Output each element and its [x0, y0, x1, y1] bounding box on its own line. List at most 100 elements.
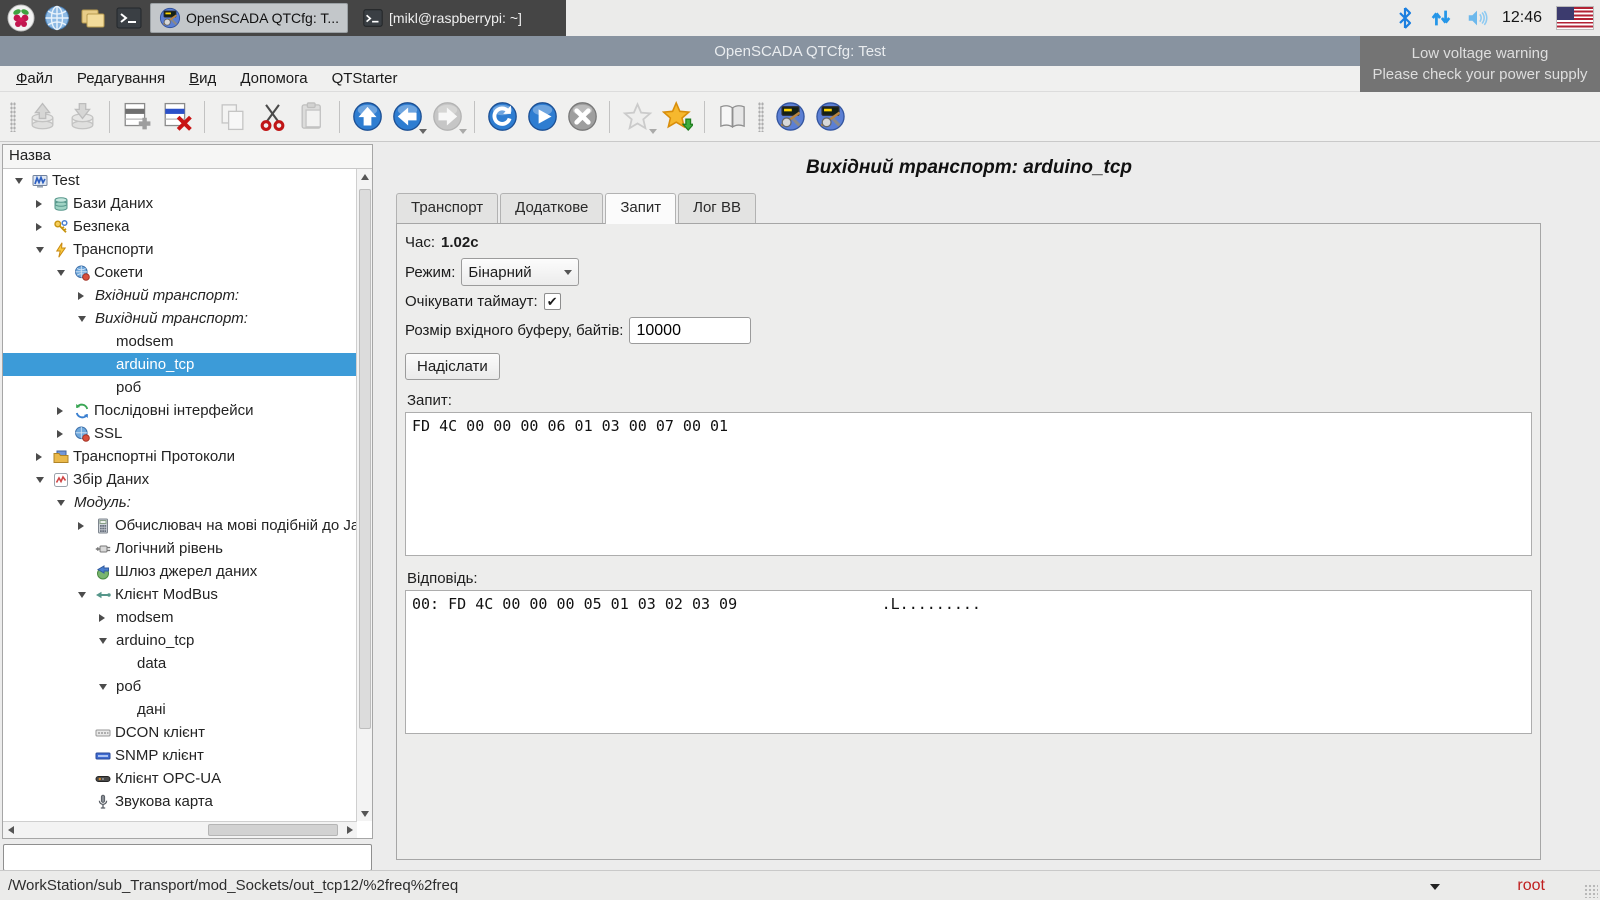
qtstarter-qtcfg-button[interactable] [770, 97, 810, 137]
tree-item-dcon-клієнт[interactable]: DCON клієнт [3, 721, 357, 744]
tree-search-input[interactable] [3, 844, 372, 871]
send-button[interactable]: Надіслати [405, 353, 500, 380]
menu-допомога[interactable]: Допомога [228, 68, 319, 89]
taskbar-window-openscada[interactable]: OpenSCADA QTCfg: T... [150, 3, 348, 33]
toolbar-dropdown-caret[interactable] [649, 129, 657, 134]
expand-closed-icon[interactable] [57, 430, 74, 438]
tree-item-modsem[interactable]: modsem [3, 606, 357, 629]
tree-item-транспортні-протоколи[interactable]: Транспортні Протоколи [3, 445, 357, 468]
delete-item-button[interactable] [157, 97, 197, 137]
tree-item-шлюз-джерел-даних[interactable]: Шлюз джерел даних [3, 560, 357, 583]
tree-item-безпека[interactable]: Безпека [3, 215, 357, 238]
clock[interactable]: 12:46 [1502, 9, 1542, 27]
tree-hscroll-thumb[interactable] [208, 824, 338, 836]
expand-open-icon[interactable] [57, 500, 74, 506]
qtstarter-vision-button[interactable] [810, 97, 850, 137]
tree-vscroll-thumb[interactable] [359, 189, 371, 729]
expand-closed-icon[interactable] [36, 223, 53, 231]
tree-item-data[interactable]: data [3, 652, 357, 675]
add-favorite-button[interactable] [657, 97, 697, 137]
tree-item-звукова-карта[interactable]: Звукова карта [3, 790, 357, 813]
request-textarea[interactable]: FD 4C 00 00 00 06 01 03 00 07 00 01 [405, 412, 1532, 556]
expand-open-icon[interactable] [99, 684, 116, 690]
tree-item-клієнт-modbus[interactable]: Клієнт ModBus [3, 583, 357, 606]
user-dropdown-icon[interactable] [1430, 884, 1440, 890]
toolbar-dropdown-caret[interactable] [419, 129, 427, 134]
file-manager-icon[interactable] [78, 3, 108, 33]
us-flag-icon[interactable] [1556, 6, 1594, 30]
manual-button[interactable] [712, 97, 752, 137]
tab-транспорт[interactable]: Транспорт [396, 193, 498, 223]
tree-item-ssl[interactable]: SSL [3, 422, 357, 445]
tree-item-роб[interactable]: роб [3, 675, 357, 698]
menu-файл[interactable]: Файл [4, 68, 65, 89]
tree-item-сокети[interactable]: Сокети [3, 261, 357, 284]
bluetooth-icon[interactable] [1394, 6, 1416, 30]
tree-item-бази-даних[interactable]: Бази Даних [3, 192, 357, 215]
menu-qtstarter[interactable]: QTStarter [320, 68, 410, 89]
stop-updating-button[interactable] [562, 97, 602, 137]
expand-open-icon[interactable] [15, 178, 32, 184]
expand-closed-icon[interactable] [78, 292, 95, 300]
refresh-button[interactable] [482, 97, 522, 137]
expand-open-icon[interactable] [57, 270, 74, 276]
buffer-size-input[interactable] [629, 317, 751, 344]
tree-item-послідовні-інтерфейси[interactable]: Послідовні інтерфейси [3, 399, 357, 422]
tree-item-логічний-рівень[interactable]: Логічний рівень [3, 537, 357, 560]
volume-icon[interactable] [1466, 6, 1488, 30]
tree-header[interactable]: Назва [3, 145, 372, 169]
tree-item-транспорти[interactable]: Транспорти [3, 238, 357, 261]
back-button[interactable] [387, 97, 427, 137]
tree-item-snmp-клієнт[interactable]: SNMP клієнт [3, 744, 357, 767]
tree-item-test[interactable]: Test [3, 169, 357, 192]
tab-запит[interactable]: Запит [605, 193, 676, 224]
scroll-up-icon[interactable] [357, 169, 372, 184]
expand-closed-icon[interactable] [36, 200, 53, 208]
add-item-button[interactable] [117, 97, 157, 137]
menu-вид[interactable]: Вид [177, 68, 228, 89]
tree-horizontal-scrollbar[interactable] [3, 821, 357, 838]
expand-open-icon[interactable] [36, 247, 53, 253]
tree-item-модуль-[interactable]: Модуль: [3, 491, 357, 514]
toolbar-dropdown-caret[interactable] [459, 129, 467, 134]
timeout-checkbox[interactable] [544, 293, 561, 310]
tree-item-вхідний-транспорт-[interactable]: Вхідний транспорт: [3, 284, 357, 307]
scroll-right-icon[interactable] [342, 823, 357, 838]
tree-item-дані[interactable]: дані [3, 698, 357, 721]
tab-додаткове[interactable]: Додаткове [500, 193, 603, 223]
network-traffic-icon[interactable] [1430, 6, 1452, 30]
tree-item-arduino_tcp[interactable]: arduino_tcp [3, 353, 357, 376]
current-user[interactable]: root [1517, 877, 1545, 895]
expand-open-icon[interactable] [99, 638, 116, 644]
terminal-launcher-icon[interactable] [114, 3, 144, 33]
menu-редагування[interactable]: Редагування [65, 68, 177, 89]
cut-item-button[interactable] [252, 97, 292, 137]
expand-open-icon[interactable] [78, 592, 95, 598]
tab-лог-вв[interactable]: Лог ВВ [678, 193, 756, 223]
tree-item-клієнт-opc-ua[interactable]: Клієнт OPC-UA [3, 767, 357, 790]
expand-open-icon[interactable] [78, 316, 95, 322]
expand-closed-icon[interactable] [99, 614, 116, 622]
tree-item-обчислювач-на-мові-подібній-до-ja[interactable]: Обчислювач на мові подібній до Ja [3, 514, 357, 537]
scroll-down-icon[interactable] [357, 806, 372, 821]
tree-vertical-scrollbar[interactable] [356, 169, 372, 821]
response-textarea[interactable]: 00: FD 4C 00 00 00 05 01 03 02 03 09 .L.… [405, 590, 1532, 734]
start-updating-button[interactable] [522, 97, 562, 137]
resize-grip[interactable] [1584, 884, 1598, 898]
panel-splitter[interactable] [374, 142, 382, 870]
expand-closed-icon[interactable] [57, 407, 74, 415]
expand-closed-icon[interactable] [78, 522, 95, 530]
toolbar-drag-handle[interactable] [10, 102, 16, 132]
raspberry-menu-icon[interactable] [6, 3, 36, 33]
tree-item-вихідний-транспорт-[interactable]: Вихідний транспорт: [3, 307, 357, 330]
mode-select[interactable]: Бінарний [461, 258, 579, 286]
tree-item-роб[interactable]: роб [3, 376, 357, 399]
expand-open-icon[interactable] [36, 477, 53, 483]
tree-item-arduino_tcp[interactable]: arduino_tcp [3, 629, 357, 652]
web-browser-icon[interactable] [42, 3, 72, 33]
toolbar-drag-handle[interactable] [758, 102, 764, 132]
tree-item-modsem[interactable]: modsem [3, 330, 357, 353]
taskbar-window-terminal[interactable]: [mikl@raspberrypi: ~] [354, 3, 530, 33]
scroll-left-icon[interactable] [3, 823, 18, 838]
expand-closed-icon[interactable] [36, 453, 53, 461]
